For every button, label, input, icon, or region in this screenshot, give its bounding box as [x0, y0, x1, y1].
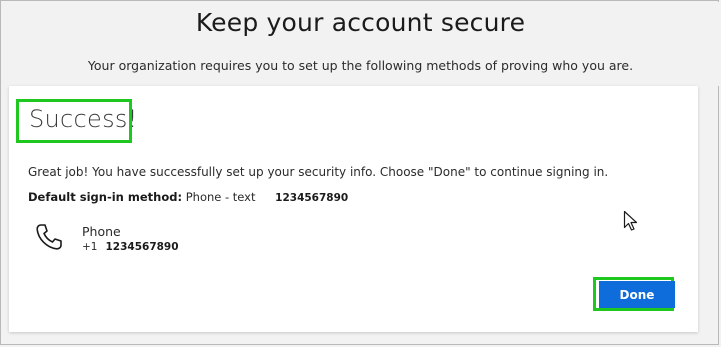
done-button[interactable]: Done	[599, 281, 675, 308]
success-highlight: Success!	[16, 99, 137, 143]
window-frame: Keep your account secure Your organizati…	[0, 0, 719, 345]
default-method-number: 1234567890	[275, 192, 349, 204]
page-subtitle: Your organization requires you to set up…	[87, 58, 634, 73]
default-method-label: Default sign-in method:	[28, 190, 183, 204]
phone-method-number: +1 1234567890	[82, 241, 179, 253]
default-method-value: Phone - text	[185, 190, 256, 204]
page-title: Keep your account secure	[195, 8, 526, 37]
page-header: Keep your account secure Your organizati…	[2, 2, 719, 86]
phone-country-code: +1	[82, 241, 98, 253]
success-card: Success! Great job! You have successfull…	[9, 86, 698, 332]
phone-icon	[36, 224, 62, 250]
success-heading: Success!	[29, 105, 138, 133]
default-sign-in-method: Default sign-in method: Phone - text 123…	[28, 190, 348, 204]
phone-method-label: Phone	[82, 224, 121, 239]
success-message: Great job! You have successfully set up …	[28, 165, 609, 179]
phone-number-value: 1234567890	[105, 241, 179, 253]
mouse-pointer-icon	[623, 210, 638, 231]
